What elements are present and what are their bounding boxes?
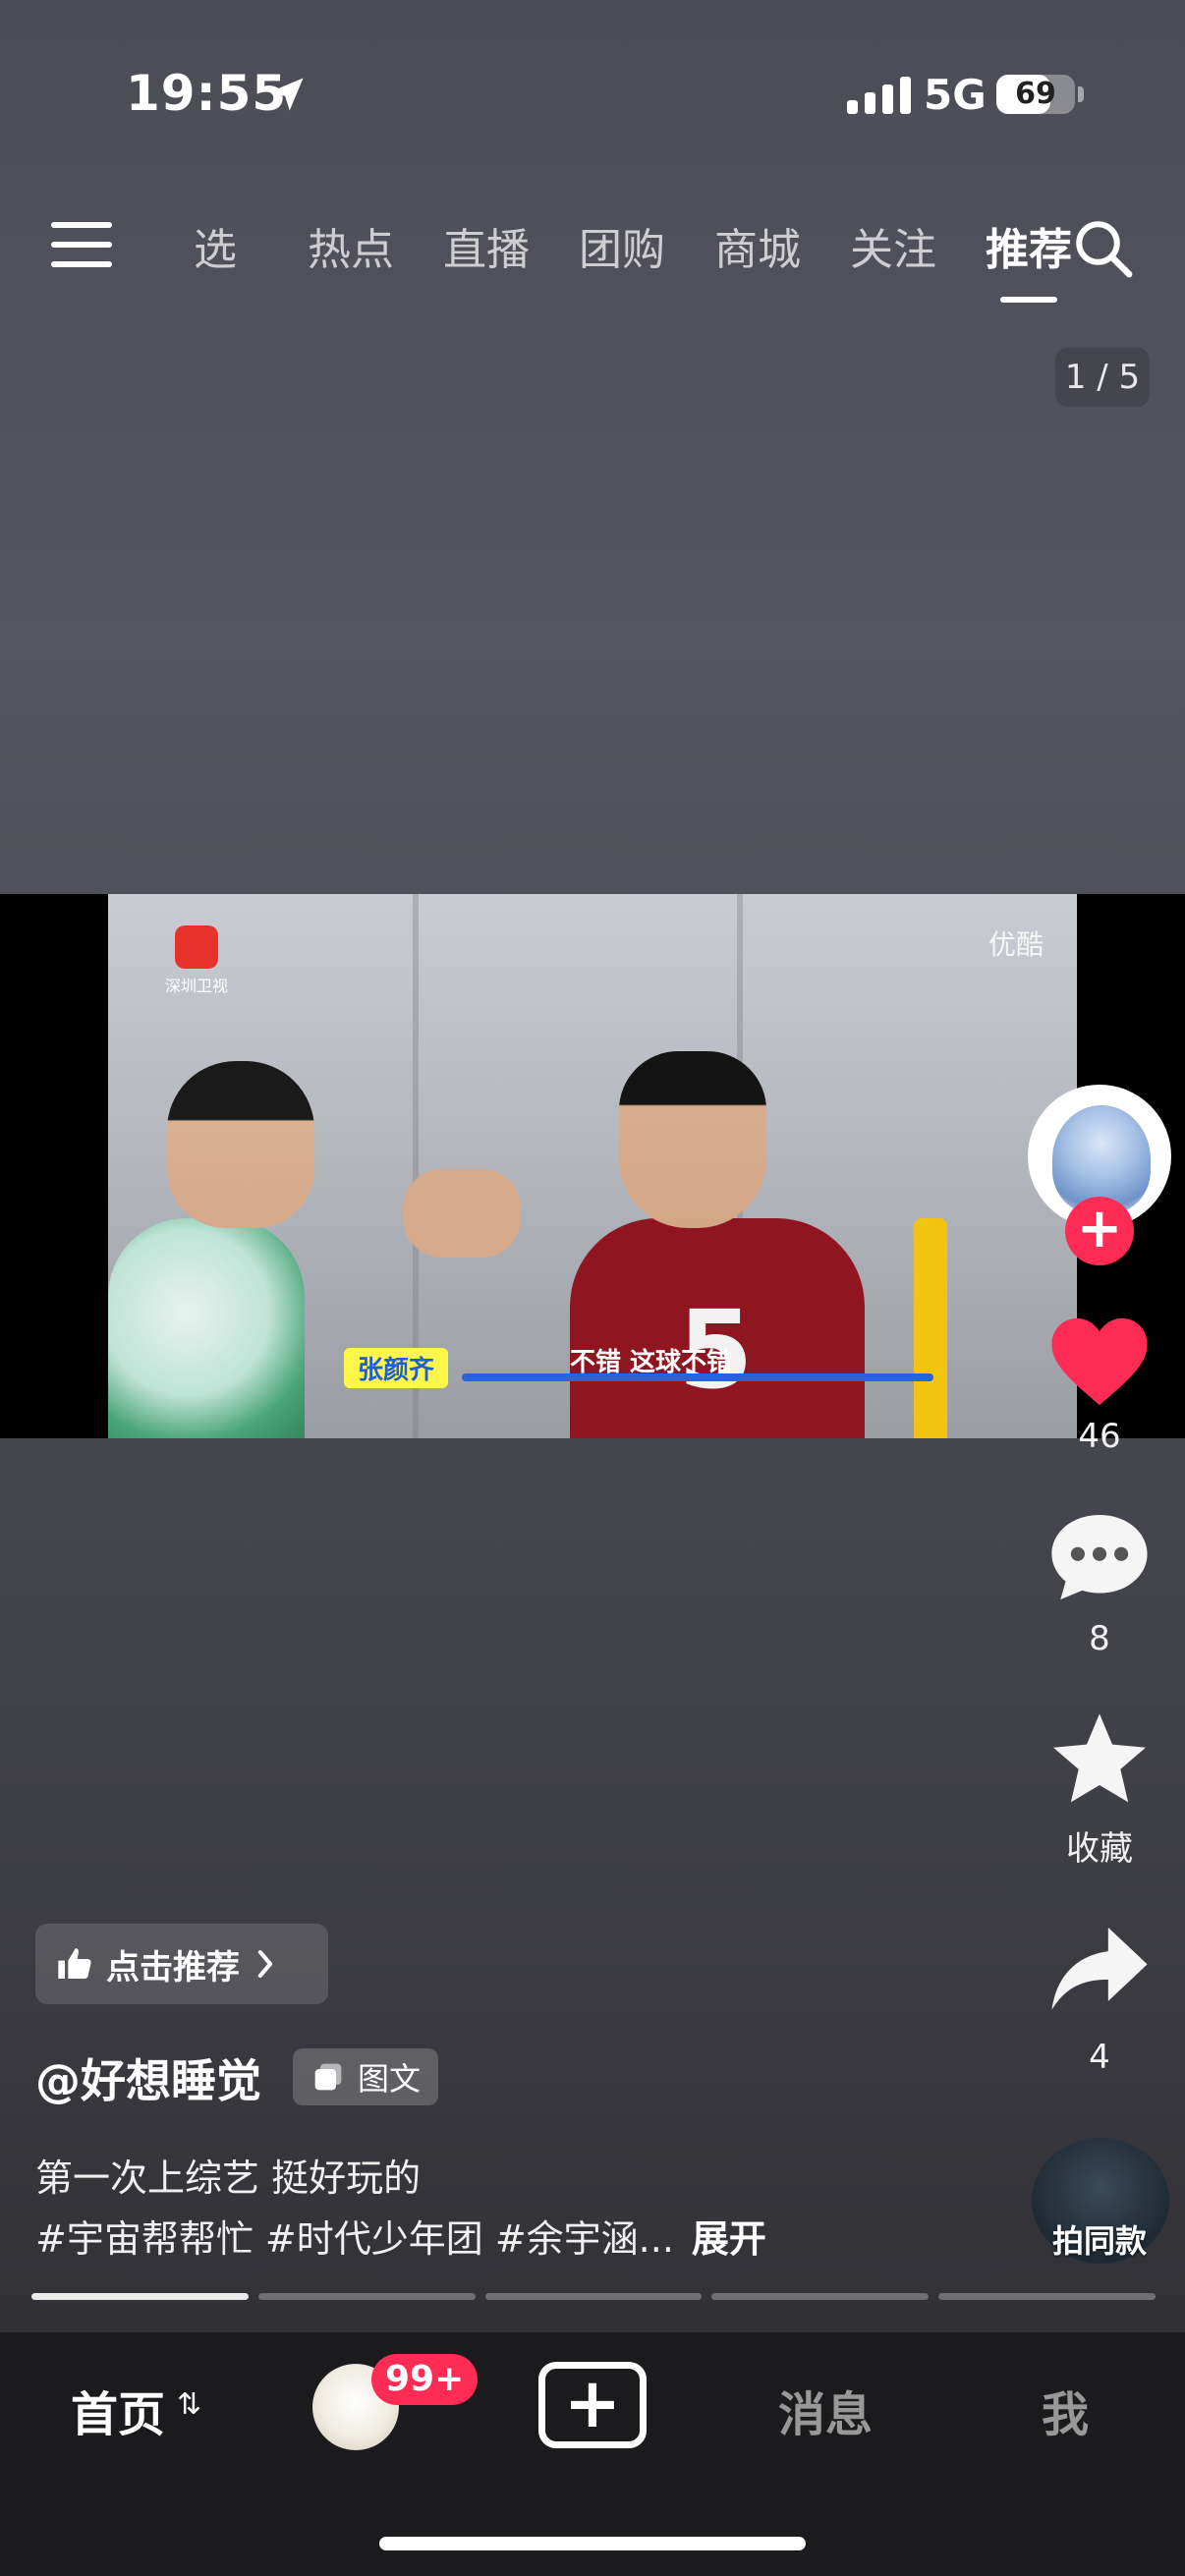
share-count: 4 bbox=[1089, 2038, 1110, 2077]
follow-button[interactable]: + bbox=[1065, 1197, 1134, 1265]
image-text-icon bbox=[314, 2063, 342, 2091]
progress-segment bbox=[484, 2293, 703, 2300]
progress-segment bbox=[938, 2293, 1156, 2300]
tab-mall[interactable]: 商城 bbox=[690, 214, 825, 277]
youku-watermark: 优酷 bbox=[988, 928, 1044, 961]
top-tabs: 选 热点 直播 团购 商城 关注 推荐 bbox=[147, 214, 1097, 303]
author-name[interactable]: @好想睡觉 bbox=[35, 2045, 261, 2110]
network-label: 5G bbox=[924, 71, 987, 119]
share-icon[interactable] bbox=[1047, 1922, 1152, 2020]
hashtags[interactable]: #宇宙帮帮忙 #时代少年团 #余宇涵... bbox=[35, 2217, 674, 2261]
image-progress bbox=[31, 2293, 1156, 2300]
yellow-pole bbox=[914, 1218, 947, 1438]
favorite-label: 收藏 bbox=[1066, 1829, 1133, 1869]
tab-group-buy[interactable]: 团购 bbox=[554, 214, 690, 277]
search-icon[interactable] bbox=[1071, 216, 1136, 281]
post-type-chip: 图文 bbox=[293, 2048, 439, 2105]
recommend-label: 点击推荐 bbox=[106, 1947, 240, 1988]
tab-xuan[interactable]: 选 bbox=[147, 214, 283, 277]
expand-link[interactable]: 展开 bbox=[692, 2217, 766, 2261]
thumbs-up-icon bbox=[58, 1948, 91, 1979]
channel-logo-text: 深圳卫视 bbox=[165, 977, 229, 995]
heart-icon[interactable] bbox=[1047, 1313, 1152, 1411]
person-left-head bbox=[167, 1061, 314, 1228]
page-indicator: 1 / 5 bbox=[1055, 348, 1150, 407]
tab-live[interactable]: 直播 bbox=[419, 214, 554, 277]
create-button[interactable]: + bbox=[538, 2362, 647, 2448]
subtitle-name: 张颜齐 bbox=[344, 1348, 449, 1388]
progress-segment bbox=[31, 2293, 249, 2300]
comment-icon[interactable] bbox=[1047, 1507, 1152, 1605]
signal-icon bbox=[847, 75, 911, 114]
location-arrow-icon bbox=[270, 78, 304, 111]
person-right-head bbox=[619, 1051, 766, 1228]
tab-me[interactable]: 我 bbox=[1042, 2376, 1089, 2444]
home-indicator bbox=[379, 2537, 806, 2550]
progress-segment bbox=[257, 2293, 476, 2300]
progress-segment bbox=[711, 2293, 930, 2300]
menu-icon[interactable] bbox=[51, 222, 112, 271]
chevron-right-icon bbox=[257, 1950, 273, 1978]
person-left bbox=[108, 1218, 305, 1438]
swap-icon[interactable]: ⇅ bbox=[177, 2387, 201, 2422]
tab-home[interactable]: 首页 bbox=[71, 2376, 165, 2444]
tab-hot[interactable]: 热点 bbox=[283, 214, 419, 277]
channel-logo bbox=[175, 925, 218, 969]
post-type-label: 图文 bbox=[358, 2060, 422, 2098]
post-description: 第一次上综艺 挺好玩的 #宇宙帮帮忙 #时代少年团 #余宇涵... 展开 bbox=[35, 2148, 766, 2269]
comment-count: 8 bbox=[1089, 1619, 1110, 1658]
handshake bbox=[403, 1169, 521, 1258]
star-icon[interactable] bbox=[1047, 1709, 1152, 1808]
battery-level: 69 bbox=[1015, 77, 1056, 111]
battery-icon: 69 bbox=[996, 75, 1075, 114]
tab-following[interactable]: 关注 bbox=[825, 214, 961, 277]
subtitle-text: 不错 这球不错 bbox=[570, 1348, 733, 1377]
post-image[interactable]: 深圳卫视 优酷 5 张颜齐 不错 这球不错 bbox=[108, 894, 1077, 1438]
status-time: 19:55 bbox=[126, 65, 288, 122]
caption-text: 第一次上综艺 挺好玩的 bbox=[35, 2156, 422, 2200]
like-count: 46 bbox=[1078, 1417, 1121, 1456]
tab-messages[interactable]: 消息 bbox=[778, 2376, 873, 2444]
recommend-button[interactable]: 点击推荐 bbox=[35, 1924, 328, 2004]
same-style-label[interactable]: 拍同款 bbox=[1018, 2216, 1181, 2262]
notification-badge: 99+ bbox=[371, 2354, 479, 2405]
battery-nub bbox=[1078, 86, 1084, 102]
